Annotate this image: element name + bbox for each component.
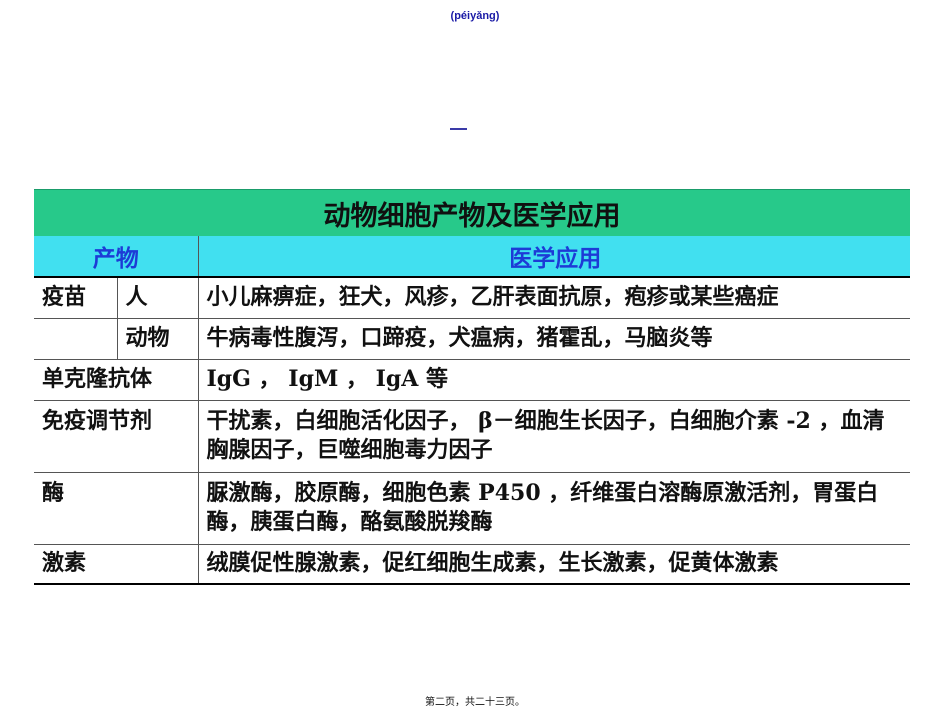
table-row: 免疫调节剂 干扰素，白细胞活化因子， β－细胞生长因子，白细胞介素 -2 ，血清…	[34, 400, 910, 473]
application-text: 绒膜促性腺激素，促红细胞生成素，生长激素，促黄体激素	[197, 544, 910, 585]
product-main: 激素	[34, 544, 198, 585]
product-sub: 动物	[116, 318, 198, 360]
table-header-row: 产物 医学应用	[34, 236, 910, 278]
product-main: 酶	[34, 472, 198, 545]
product-main: 单克隆抗体	[34, 359, 198, 401]
table-row: 动物 牛病毒性腹泻，口蹄疫，犬瘟病，猪霍乱，马脑炎等	[34, 318, 910, 360]
application-text: 干扰素，白细胞活化因子， β－细胞生长因子，白细胞介素 -2 ，血清胸腺因子，巨…	[197, 400, 910, 473]
table-row: 激素 绒膜促性腺激素，促红细胞生成素，生长激素，促黄体激素	[34, 544, 910, 585]
header-note: (péiyǎng)	[450, 10, 500, 22]
application-text: IgG ， IgM ， IgA 等	[197, 359, 910, 401]
product-sub: 人	[116, 277, 198, 319]
table-title-row: 动物细胞产物及医学应用	[34, 189, 910, 236]
application-text: 小儿麻痹症，狂犬，风疹，乙肝表面抗原，疱疹或某些癌症	[197, 277, 910, 319]
table-row: 酶 脲激酶，胶原酶，细胞色素 P450 ，纤维蛋白溶酶原激活剂，胃蛋白酶，胰蛋白…	[34, 472, 910, 545]
application-text: 牛病毒性腹泻，口蹄疫，犬瘟病，猪霍乱，马脑炎等	[197, 318, 910, 360]
product-main: 免疫调节剂	[34, 400, 198, 473]
table-row: 单克隆抗体 IgG ， IgM ， IgA 等	[34, 359, 910, 401]
product-main	[34, 318, 117, 360]
table-row: 疫苗 人 小儿麻痹症，狂犬，风疹，乙肝表面抗原，疱疹或某些癌症	[34, 277, 910, 319]
table-title: 动物细胞产物及医学应用	[34, 189, 910, 236]
product-main: 疫苗	[34, 277, 117, 319]
product-application-table: 动物细胞产物及医学应用 产物 医学应用 疫苗 人 小儿麻痹症，狂犬，风疹，乙肝表…	[34, 189, 910, 585]
center-mark	[450, 128, 467, 130]
header-product: 产物	[34, 236, 198, 278]
header-application: 医学应用	[197, 236, 910, 278]
application-text: 脲激酶，胶原酶，细胞色素 P450 ，纤维蛋白溶酶原激活剂，胃蛋白酶，胰蛋白酶，…	[197, 472, 910, 545]
footer-page-note: 第二页，共二十三页。	[425, 697, 525, 708]
